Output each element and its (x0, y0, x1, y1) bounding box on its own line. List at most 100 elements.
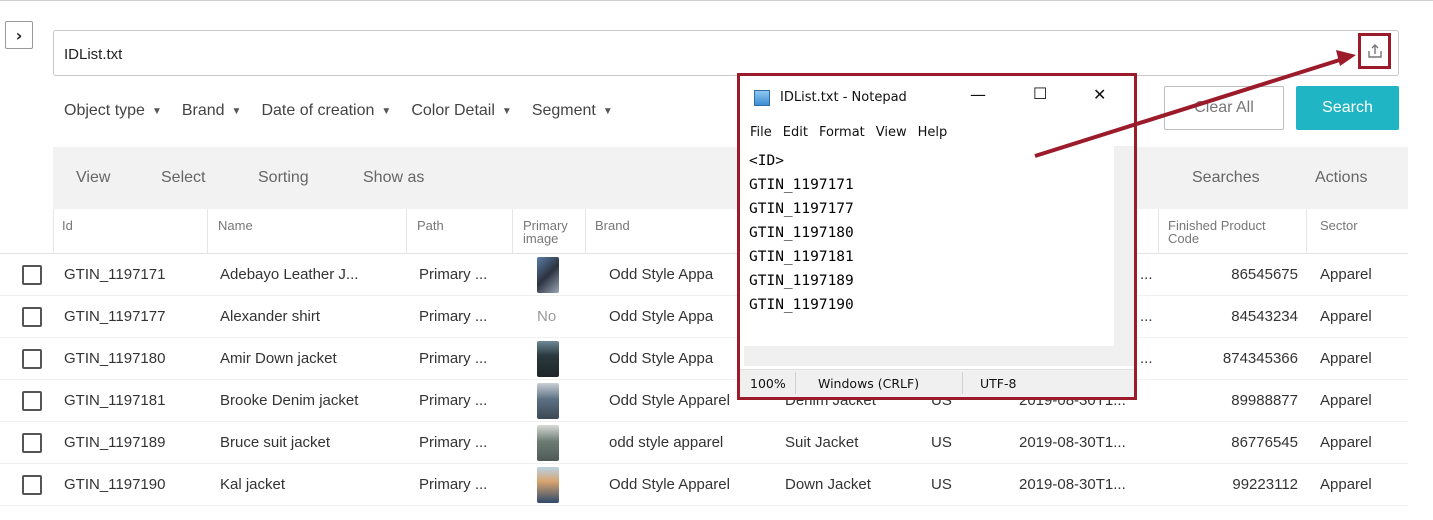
cell-path: Primary ... (419, 266, 488, 283)
filter-segment[interactable]: Segment ▼ (532, 96, 613, 126)
filter-bar: Object type ▼ Brand ▼ Date of creation ▼ Co… (64, 96, 633, 126)
cell-name: Bruce suit jacket (220, 434, 331, 451)
header-primary-image[interactable]: Primary image (523, 219, 583, 245)
filter-label: Object type (64, 102, 145, 119)
row-checkbox[interactable] (22, 265, 42, 285)
menu-edit[interactable]: Edit (783, 125, 808, 140)
header-id[interactable]: Id (62, 219, 73, 232)
text-line: GTIN_1197181 (749, 249, 854, 265)
filter-label: Date of creation (261, 102, 375, 119)
header-sector[interactable]: Sector (1320, 219, 1358, 232)
actions-menu[interactable]: Actions (1315, 169, 1367, 187)
header-name[interactable]: Name (218, 219, 253, 232)
upload-icon (1367, 44, 1382, 58)
searches-menu[interactable]: Searches (1192, 169, 1260, 187)
cell-country: US (931, 434, 952, 451)
resize-grip[interactable] (1114, 346, 1134, 366)
cell-path: Primary ... (419, 308, 488, 325)
notepad-text-area[interactable]: <ID> GTIN_1197171 GTIN_1197177 GTIN_1197… (744, 147, 1114, 347)
clear-all-button[interactable]: Clear All (1164, 86, 1284, 130)
menu-file[interactable]: File (750, 125, 772, 140)
filter-brand[interactable]: Brand ▼ (182, 96, 242, 126)
notepad-menubar: File Edit Format View Help (750, 125, 958, 140)
filter-label: Color Detail (411, 102, 495, 119)
cell-date: 2019-08-30T1... (1019, 434, 1126, 451)
search-button[interactable]: Search (1296, 86, 1399, 130)
product-thumbnail[interactable] (537, 425, 559, 461)
maximize-icon[interactable]: ☐ (1033, 84, 1047, 103)
status-divider (962, 372, 963, 394)
cell-sector: Apparel (1320, 476, 1372, 493)
chevron-right-icon: › (15, 25, 23, 45)
cell-id: GTIN_1197180 (64, 350, 166, 367)
cell-code: 84543234 (1231, 308, 1298, 325)
results-toolbar: View Select Sorting Show as Searches Act… (53, 147, 1408, 209)
menu-view[interactable]: View (876, 125, 907, 140)
cell-name: Alexander shirt (220, 308, 321, 325)
status-encoding: UTF-8 (980, 376, 1017, 391)
row-checkbox[interactable] (22, 475, 42, 495)
view-menu[interactable]: View (76, 169, 110, 187)
cell-id: GTIN_1197177 (64, 308, 166, 325)
table-row[interactable]: GTIN_1197180 Amir Down jacket Primary ..… (0, 338, 1408, 380)
horizontal-scrollbar[interactable] (744, 346, 1114, 366)
product-thumbnail[interactable] (537, 257, 559, 293)
product-thumbnail[interactable] (537, 467, 559, 503)
vertical-scrollbar[interactable] (1114, 146, 1134, 346)
top-divider (0, 0, 1433, 8)
cell-brand: Odd Style Apparel (609, 392, 730, 409)
caret-down-icon: ▼ (501, 105, 512, 117)
row-checkbox[interactable] (22, 307, 42, 327)
cell-sector: Apparel (1320, 308, 1372, 325)
filter-color-detail[interactable]: Color Detail ▼ (411, 96, 512, 126)
app-root: › IDList.txt Object type ▼ Brand ▼ Date of… (0, 0, 1433, 520)
header-path[interactable]: Path (417, 219, 444, 232)
table-row[interactable]: GTIN_1197171 Adebayo Leather J... Primar… (0, 254, 1408, 296)
upload-button[interactable] (1358, 33, 1391, 69)
column-divider (1306, 209, 1307, 254)
cell-sector: Apparel (1320, 350, 1372, 367)
close-icon[interactable]: ✕ (1093, 85, 1106, 104)
row-checkbox[interactable] (22, 433, 42, 453)
caret-down-icon: ▼ (151, 105, 162, 117)
header-finished-product-code[interactable]: Finished Product Code (1168, 219, 1288, 245)
column-divider (585, 209, 586, 254)
column-divider (512, 209, 513, 254)
table-row[interactable]: GTIN_1197189 Bruce suit jacket Primary .… (0, 422, 1408, 464)
id-list-file-field[interactable]: IDList.txt (53, 30, 1399, 76)
column-divider (207, 209, 208, 254)
caret-down-icon: ▼ (602, 105, 613, 117)
filter-date-of-creation[interactable]: Date of creation ▼ (261, 96, 391, 126)
column-divider (53, 209, 54, 254)
row-checkbox[interactable] (22, 349, 42, 369)
menu-format[interactable]: Format (819, 125, 865, 140)
filter-object-type[interactable]: Object type ▼ (64, 96, 162, 126)
expand-panel-button[interactable]: › (5, 21, 33, 49)
product-thumbnail[interactable] (537, 341, 559, 377)
cell-sector: Apparel (1320, 392, 1372, 409)
row-checkbox[interactable] (22, 391, 42, 411)
notepad-statusbar: 100% Windows (CRLF) UTF-8 (740, 369, 1134, 397)
product-thumbnail[interactable] (537, 383, 559, 419)
filter-label: Segment (531, 102, 596, 119)
show-as-menu[interactable]: Show as (363, 169, 424, 187)
table-row[interactable]: GTIN_1197181 Brooke Denim jacket Primary… (0, 380, 1408, 422)
header-brand[interactable]: Brand (595, 219, 630, 232)
cell-sector: Apparel (1320, 434, 1372, 451)
cell-sector: Apparel (1320, 266, 1372, 283)
table-row[interactable]: GTIN_1197190 Kal jacket Primary ... Odd … (0, 464, 1408, 506)
sorting-menu[interactable]: Sorting (258, 169, 309, 187)
table-row[interactable]: GTIN_1197177 Alexander shirt Primary ...… (0, 296, 1408, 338)
cell-id: GTIN_1197190 (64, 476, 166, 493)
notepad-icon (754, 90, 770, 106)
cell-code: 99223112 (1232, 476, 1298, 493)
select-menu[interactable]: Select (161, 169, 205, 187)
cell-date: 2019-08-30T1... (1019, 476, 1126, 493)
minimize-icon[interactable]: — (970, 85, 986, 104)
column-divider (1158, 209, 1159, 254)
text-line: GTIN_1197180 (749, 225, 854, 241)
results-table: Id Name Path Primary image Brand Finishe… (0, 209, 1408, 506)
menu-help[interactable]: Help (918, 125, 948, 140)
notepad-window[interactable]: IDList.txt - Notepad — ☐ ✕ File Edit For… (737, 73, 1137, 400)
notepad-titlebar[interactable]: IDList.txt - Notepad — ☐ ✕ (740, 76, 1134, 116)
